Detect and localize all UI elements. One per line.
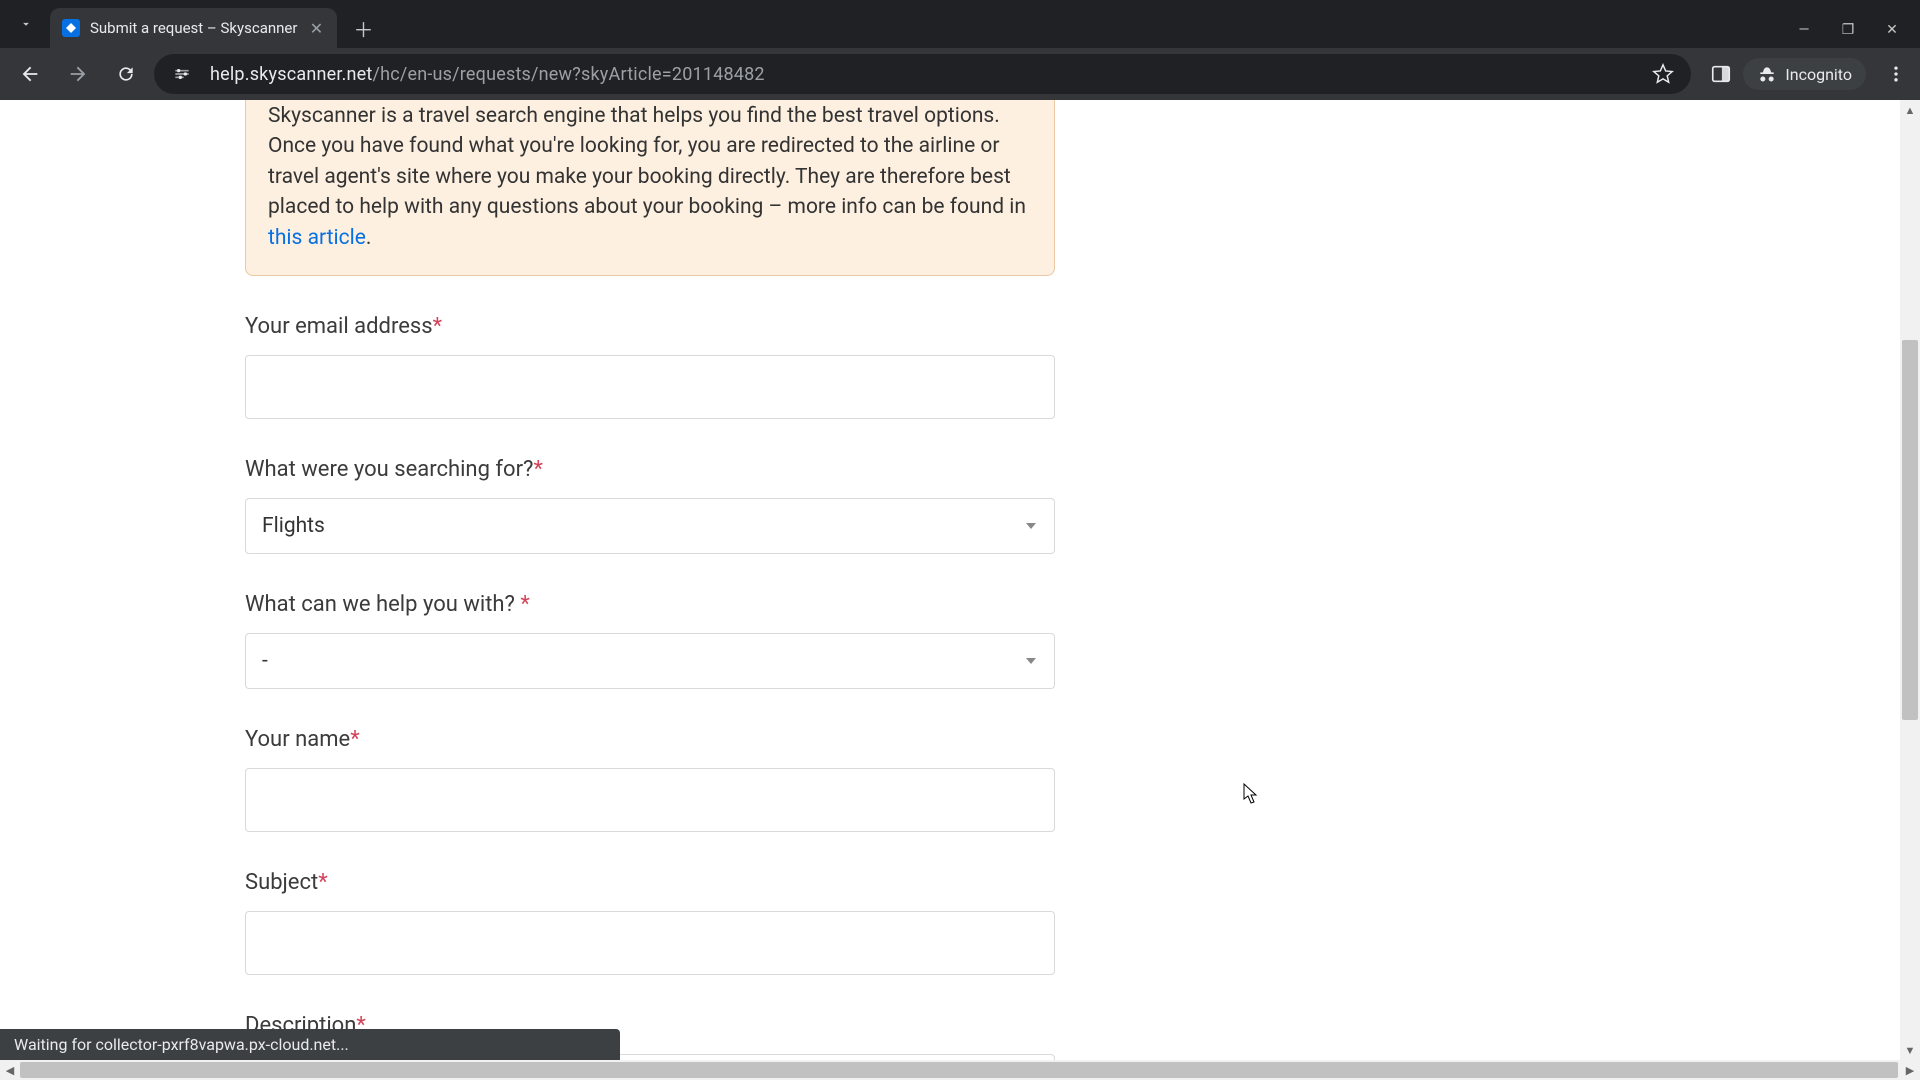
tab-close-button[interactable]: ✕ bbox=[307, 19, 325, 38]
tab-strip: Submit a request – Skyscanner ✕ ＋ ― ❐ ✕ bbox=[0, 0, 1920, 48]
forward-button[interactable] bbox=[58, 54, 98, 94]
search-type-select[interactable]: Flights bbox=[245, 498, 1055, 554]
side-panel-icon[interactable] bbox=[1707, 60, 1735, 88]
search-type-label: What were you searching for?* bbox=[245, 457, 1055, 482]
field-subject: Subject* bbox=[245, 870, 1055, 975]
tab-favicon bbox=[62, 19, 80, 37]
field-email: Your email address* bbox=[245, 314, 1055, 419]
notice-text-before: Skyscanner is a travel search engine tha… bbox=[268, 104, 1026, 219]
page-viewport: Skyscanner is a travel search engine tha… bbox=[0, 100, 1920, 1080]
field-name: Your name* bbox=[245, 727, 1055, 832]
horizontal-scroll-thumb[interactable] bbox=[20, 1062, 1898, 1078]
chevron-down-icon bbox=[1026, 523, 1036, 529]
required-mark: * bbox=[350, 727, 359, 752]
scroll-right-icon[interactable]: ▶ bbox=[1900, 1060, 1920, 1080]
help-topic-select[interactable]: - bbox=[245, 633, 1055, 689]
url-path: /hc/en-us/requests/new?skyArticle=201148… bbox=[373, 64, 765, 85]
incognito-label: Incognito bbox=[1785, 65, 1852, 84]
site-settings-icon[interactable] bbox=[168, 60, 196, 88]
browser-menu-button[interactable] bbox=[1882, 60, 1910, 88]
help-topic-value: - bbox=[262, 649, 268, 673]
scroll-up-icon[interactable]: ▲ bbox=[1900, 100, 1920, 120]
chevron-down-icon bbox=[1026, 658, 1036, 664]
bookmark-icon[interactable] bbox=[1649, 60, 1677, 88]
required-mark: * bbox=[433, 314, 442, 339]
search-type-value: Flights bbox=[262, 514, 325, 538]
url-host: help.skyscanner.net bbox=[210, 64, 373, 85]
back-button[interactable] bbox=[10, 54, 50, 94]
info-notice: Skyscanner is a travel search engine tha… bbox=[245, 100, 1055, 276]
required-mark: * bbox=[533, 457, 542, 482]
help-topic-label: What can we help you with? * bbox=[245, 592, 1055, 617]
tab-title: Submit a request – Skyscanner bbox=[90, 19, 297, 37]
browser-tab[interactable]: Submit a request – Skyscanner ✕ bbox=[50, 8, 337, 48]
name-label: Your name* bbox=[245, 727, 1055, 752]
subject-input[interactable] bbox=[245, 911, 1055, 975]
status-bar: Waiting for collector-pxrf8vapwa.px-clou… bbox=[0, 1029, 620, 1060]
scroll-down-icon[interactable]: ▼ bbox=[1900, 1040, 1920, 1060]
notice-text-after: . bbox=[366, 226, 372, 250]
field-search-type: What were you searching for?* Flights bbox=[245, 457, 1055, 554]
window-controls: ― ❐ ✕ bbox=[1794, 22, 1920, 38]
incognito-icon bbox=[1757, 64, 1777, 84]
maximize-button[interactable]: ❐ bbox=[1838, 22, 1858, 38]
vertical-scroll-thumb[interactable] bbox=[1902, 340, 1918, 720]
scroll-left-icon[interactable]: ◀ bbox=[0, 1060, 20, 1080]
horizontal-scrollbar[interactable]: ◀ ▶ bbox=[0, 1060, 1920, 1080]
url-text: help.skyscanner.net/hc/en-us/requests/ne… bbox=[210, 64, 765, 85]
tabs-dropdown-button[interactable] bbox=[8, 6, 44, 42]
minimize-button[interactable]: ― bbox=[1794, 22, 1814, 38]
vertical-scrollbar[interactable]: ▲ ▼ bbox=[1900, 100, 1920, 1060]
name-input[interactable] bbox=[245, 768, 1055, 832]
close-window-button[interactable]: ✕ bbox=[1882, 22, 1902, 38]
browser-toolbar: help.skyscanner.net/hc/en-us/requests/ne… bbox=[0, 48, 1920, 100]
new-tab-button[interactable]: ＋ bbox=[345, 10, 381, 46]
email-label: Your email address* bbox=[245, 314, 1055, 339]
status-text: Waiting for collector-pxrf8vapwa.px-clou… bbox=[14, 1035, 349, 1054]
address-bar[interactable]: help.skyscanner.net/hc/en-us/requests/ne… bbox=[154, 54, 1691, 94]
form-content: Skyscanner is a travel search engine tha… bbox=[245, 100, 1055, 1080]
subject-label: Subject* bbox=[245, 870, 1055, 895]
notice-link[interactable]: this article bbox=[268, 226, 366, 250]
incognito-indicator[interactable]: Incognito bbox=[1743, 58, 1866, 90]
field-help-topic: What can we help you with? * - bbox=[245, 592, 1055, 689]
email-input[interactable] bbox=[245, 355, 1055, 419]
required-mark: * bbox=[520, 592, 529, 617]
required-mark: * bbox=[318, 870, 327, 895]
reload-button[interactable] bbox=[106, 54, 146, 94]
